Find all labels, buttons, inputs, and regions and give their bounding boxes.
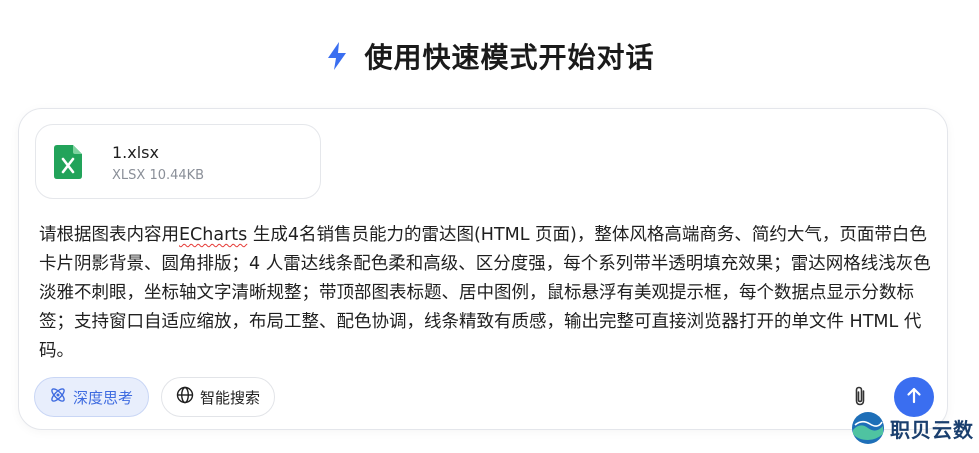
watermark-logo-icon — [850, 410, 886, 446]
page-header: 使用快速模式开始对话 — [0, 36, 979, 76]
watermark-text: 职贝云数 — [890, 417, 974, 442]
chat-start-page: 使用快速模式开始对话 1.xlsx XLSX 10.44KB 请根据图表内容用E… — [0, 0, 979, 453]
prompt-text-rest: 生成4名销售员能力的雷达图(HTML 页面)，整体风格高端商务、简约大气，页面带… — [39, 225, 931, 361]
paperclip-icon — [852, 385, 868, 411]
globe-icon — [176, 386, 194, 408]
smart-search-toggle[interactable]: 智能搜索 — [161, 377, 275, 417]
deep-think-label: 深度思考 — [73, 388, 134, 407]
deep-think-toggle[interactable]: 深度思考 — [34, 377, 149, 417]
attach-file-button[interactable] — [849, 386, 871, 410]
chat-composer: 1.xlsx XLSX 10.44KB 请根据图表内容用ECharts 生成4名… — [18, 108, 948, 430]
arrow-up-icon — [905, 386, 923, 408]
smart-search-label: 智能搜索 — [200, 388, 261, 407]
attachment-file-name: 1.xlsx — [112, 143, 159, 162]
prompt-spellcheck-word: ECharts — [179, 225, 248, 245]
prompt-input[interactable]: 请根据图表内容用ECharts 生成4名销售员能力的雷达图(HTML 页面)，整… — [39, 221, 935, 366]
page-title: 使用快速模式开始对话 — [364, 41, 655, 74]
watermark: 职贝云数 — [850, 410, 974, 446]
attachment-card[interactable]: 1.xlsx XLSX 10.44KB — [35, 124, 321, 199]
atom-icon — [49, 386, 67, 408]
attachment-file-meta: XLSX 10.44KB — [112, 168, 205, 183]
prompt-text-start: 请根据图表内容用 — [39, 225, 179, 245]
excel-file-icon — [54, 145, 82, 179]
lightning-icon — [324, 41, 350, 71]
